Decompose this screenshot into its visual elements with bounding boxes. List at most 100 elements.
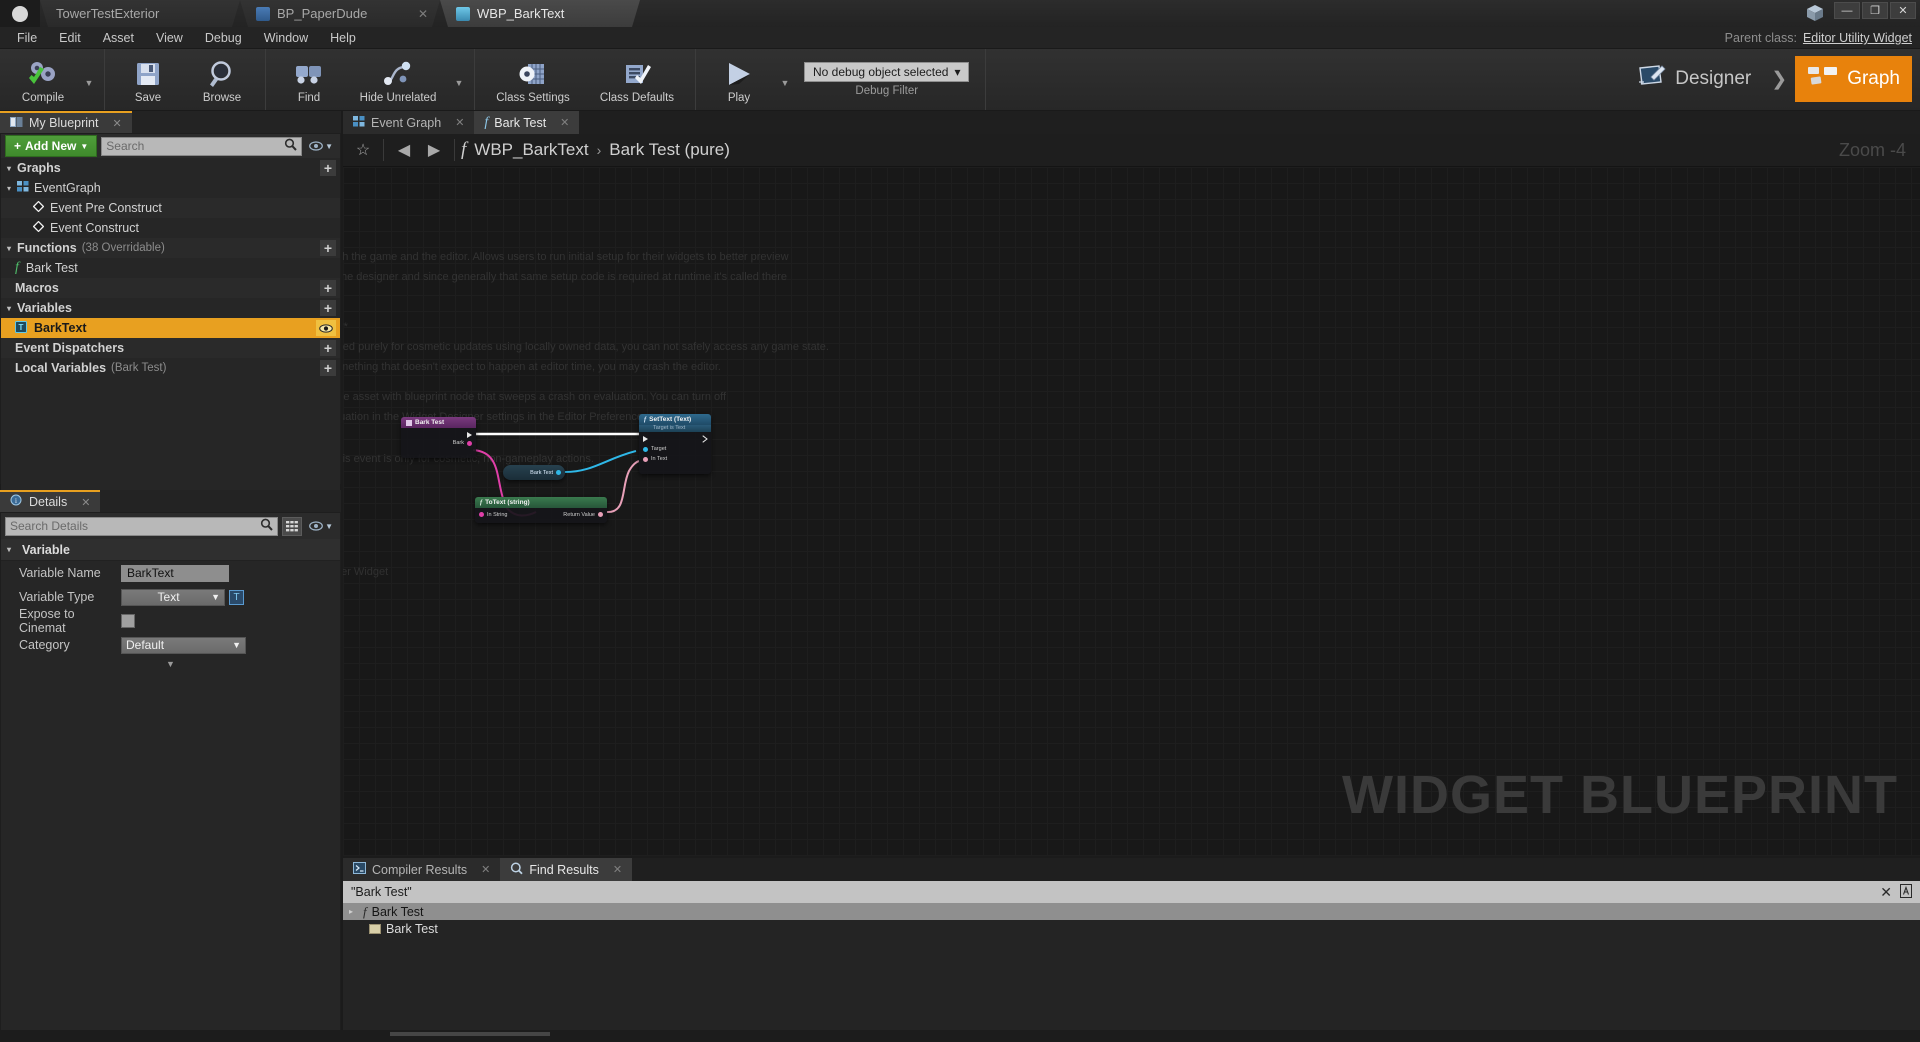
maximize-button[interactable]: ❐ <box>1862 2 1888 19</box>
menu-item-asset[interactable]: Asset <box>92 27 145 49</box>
node-pin-target[interactable]: Target <box>639 444 711 454</box>
tree-row-event-construct[interactable]: Event Construct <box>1 218 340 238</box>
nav-back-button[interactable]: ◀ <box>390 138 418 162</box>
node-bark-text-getter[interactable]: Bark Text <box>503 465 565 480</box>
tab-details-close-icon[interactable]: ✕ <box>81 496 90 509</box>
find-filter-icon[interactable] <box>1900 883 1912 901</box>
tree-row-eventgraph[interactable]: ▾ EventGraph <box>1 178 340 198</box>
window-tab-0[interactable]: TowerTestExterior <box>40 0 240 27</box>
details-search-box[interactable] <box>5 516 279 536</box>
variable-type-combo[interactable]: Text ▼ <box>121 588 225 606</box>
category-combo[interactable]: Default ▼ <box>121 636 246 654</box>
breadcrumb-root[interactable]: WBP_BarkText <box>474 140 588 160</box>
play-dropdown-caret-icon[interactable]: ▼ <box>776 49 794 110</box>
menu-item-debug[interactable]: Debug <box>194 27 253 49</box>
find-results-input[interactable] <box>351 885 1873 899</box>
blueprint-graph-canvas[interactable]: Called by both the game and the editor. … <box>343 167 1920 856</box>
expander-icon[interactable]: ▾ <box>7 545 17 554</box>
add-event-dispatcher-button[interactable]: + <box>320 340 336 356</box>
add-local-variable-button[interactable]: + <box>320 360 336 376</box>
menu-item-edit[interactable]: Edit <box>48 27 92 49</box>
result-row-function[interactable]: ▸ f Bark Test <box>343 903 1920 920</box>
node-to-text-string[interactable]: f ToText (string) In String Return Value <box>475 497 607 523</box>
results-tab-close-icon[interactable]: ✕ <box>613 863 622 876</box>
add-macro-button[interactable]: + <box>320 280 336 296</box>
graph-tab-close-icon[interactable]: ✕ <box>455 116 464 129</box>
window-tab-1[interactable]: BP_PaperDude ✕ <box>240 0 440 27</box>
find-results-list[interactable]: ▸ f Bark Test Bark Test <box>343 903 1920 1030</box>
designer-mode-button[interactable]: Designer <box>1625 55 1763 103</box>
result-row-child[interactable]: Bark Test <box>343 920 1920 937</box>
expose-to-cinematics-checkbox[interactable] <box>121 614 135 628</box>
details-visibility-button[interactable]: ▼ <box>306 521 336 531</box>
expander-icon[interactable]: ▾ <box>7 184 17 193</box>
play-button[interactable]: Play <box>702 49 776 110</box>
node-pin-return-value[interactable]: Return Value <box>563 512 603 518</box>
tab-details[interactable]: i Details ✕ <box>0 490 101 512</box>
my-blueprint-visibility-button[interactable]: ▼ <box>306 141 336 151</box>
node-pin-exec-out[interactable] <box>401 428 476 438</box>
node-pin-in-text[interactable]: In Text <box>639 454 711 464</box>
node-pin-row-totext[interactable]: In String Return Value <box>475 508 607 518</box>
ue-logo-icon[interactable] <box>0 0 40 27</box>
hide-unrelated-dropdown-caret-icon[interactable]: ▼ <box>450 49 468 110</box>
variable-visibility-eye-icon[interactable] <box>316 320 336 336</box>
favorite-star-icon[interactable]: ☆ <box>349 138 377 162</box>
node-set-text[interactable]: f SetText (Text) Target is Text Target I… <box>639 414 711 474</box>
tree-row-event-dispatchers[interactable]: Event Dispatchers + <box>1 338 340 358</box>
details-grid-view-button[interactable] <box>282 516 303 536</box>
breadcrumb-leaf[interactable]: Bark Test (pure) <box>609 140 730 160</box>
search-input[interactable] <box>106 139 285 153</box>
tree-row-barktext-variable[interactable]: T BarkText <box>1 318 340 338</box>
add-new-button[interactable]: + Add New ▼ <box>5 135 98 157</box>
add-graph-button[interactable]: + <box>320 160 336 176</box>
node-pin-in-string[interactable]: In String <box>479 512 507 518</box>
save-button[interactable]: Save <box>111 49 185 110</box>
menu-item-window[interactable]: Window <box>253 27 319 49</box>
compile-button[interactable]: Compile <box>6 49 80 110</box>
details-section-variable[interactable]: ▾ Variable <box>1 539 340 561</box>
class-settings-button[interactable]: Class Settings <box>481 49 585 110</box>
window-tab-close-icon[interactable]: ✕ <box>408 7 428 21</box>
tab-my-blueprint[interactable]: My Blueprint ✕ <box>0 111 132 133</box>
graph-tab-close-icon[interactable]: ✕ <box>560 116 569 129</box>
graph-mode-button[interactable]: Graph <box>1795 56 1912 102</box>
tree-row-local-variables[interactable]: Local Variables (Bark Test) + <box>1 358 340 378</box>
tree-row-event-pre-construct[interactable]: Event Pre Construct <box>1 198 340 218</box>
clear-search-icon[interactable]: ✕ <box>1872 884 1900 901</box>
expander-icon[interactable]: ▾ <box>7 164 17 173</box>
tree-row-macros[interactable]: Macros + <box>1 278 340 298</box>
variable-name-field[interactable]: BarkText <box>121 564 229 582</box>
browse-button[interactable]: Browse <box>185 49 259 110</box>
menu-item-view[interactable]: View <box>145 27 194 49</box>
nav-forward-button[interactable]: ▶ <box>420 138 448 162</box>
tree-row-graphs[interactable]: ▾ Graphs + <box>1 158 340 178</box>
window-tab-2[interactable]: WBP_BarkText <box>440 0 640 27</box>
my-blueprint-search-box[interactable] <box>101 136 303 156</box>
details-expand-more-icon[interactable]: ▼ <box>1 657 340 671</box>
expander-icon[interactable]: ▸ <box>349 907 358 916</box>
parent-class-link[interactable]: Editor Utility Widget <box>1803 31 1912 45</box>
graph-tab-bark-test[interactable]: f Bark Test ✕ <box>474 111 580 134</box>
menu-item-help[interactable]: Help <box>319 27 367 49</box>
results-tab-close-icon[interactable]: ✕ <box>481 863 490 876</box>
minimize-button[interactable]: — <box>1834 2 1860 19</box>
search-icon[interactable] <box>284 138 297 154</box>
menu-item-file[interactable]: File <box>6 27 48 49</box>
search-icon[interactable] <box>260 518 273 534</box>
hide-unrelated-button[interactable]: Hide Unrelated <box>346 49 450 110</box>
tree-row-functions[interactable]: ▾ Functions (38 Overridable) + <box>1 238 340 258</box>
debug-object-combo[interactable]: No debug object selected ▾ <box>804 62 970 82</box>
node-pin-bark-out[interactable]: Bark <box>401 438 476 448</box>
add-variable-button[interactable]: + <box>320 300 336 316</box>
resize-grip[interactable] <box>390 1032 550 1036</box>
tab-compiler-results[interactable]: Compiler Results ✕ <box>343 858 501 881</box>
find-button[interactable]: Find <box>272 49 346 110</box>
tree-row-variables[interactable]: ▾ Variables + <box>1 298 340 318</box>
tab-my-blueprint-close-icon[interactable]: ✕ <box>112 117 121 130</box>
expander-icon[interactable]: ▾ <box>7 244 17 253</box>
tab-find-results[interactable]: Find Results ✕ <box>500 858 633 881</box>
graph-tab-event-graph[interactable]: Event Graph ✕ <box>343 111 475 134</box>
tree-row-bark-test-function[interactable]: f Bark Test <box>1 258 340 278</box>
compile-dropdown-caret-icon[interactable]: ▼ <box>80 49 98 110</box>
